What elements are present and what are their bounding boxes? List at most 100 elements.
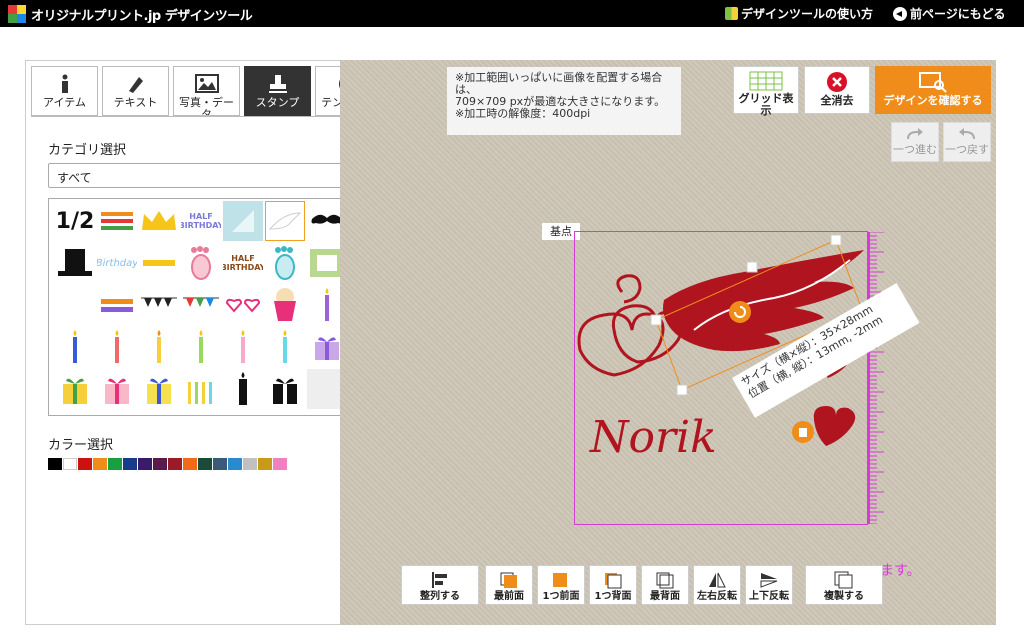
grid-label: グリッド表示 xyxy=(738,92,794,117)
half-birthday-color-stamp xyxy=(101,299,133,312)
stamp-cell[interactable] xyxy=(181,327,221,367)
category-label: カテゴリ選択 xyxy=(48,143,127,158)
stamp-cell[interactable] xyxy=(97,369,137,409)
undo-label: 一つ戻す xyxy=(945,143,989,156)
stamp-cell[interactable] xyxy=(55,285,95,325)
color-swatch[interactable] xyxy=(258,458,272,470)
color-swatch[interactable] xyxy=(243,458,257,470)
resize-handle[interactable] xyxy=(676,384,688,396)
resize-handle[interactable] xyxy=(830,234,842,246)
tab-photo[interactable]: 写真・データ xyxy=(173,66,240,116)
stamp-cell[interactable] xyxy=(223,369,263,409)
color-swatch[interactable] xyxy=(273,458,287,470)
tab-text[interactable]: テキスト xyxy=(102,66,169,116)
stamp-cell[interactable] xyxy=(223,327,263,367)
color-swatch[interactable] xyxy=(168,458,182,470)
pen-icon xyxy=(128,77,143,93)
stamp-cell[interactable] xyxy=(97,285,137,325)
color-swatch[interactable] xyxy=(213,458,227,470)
stamp-cell[interactable] xyxy=(139,369,179,409)
design-canvas[interactable]: ※加工範囲いっぱいに画像を配置する場合は、 709×709 pxが最適な大きさに… xyxy=(340,60,996,625)
redo-button[interactable]: 一つ進む xyxy=(891,122,939,162)
stamp-cell[interactable] xyxy=(139,285,179,325)
stamp-cell[interactable] xyxy=(265,327,305,367)
bring-forward-button[interactable]: 1つ前面 xyxy=(537,565,585,605)
clear-all-button[interactable]: 全消去 xyxy=(804,66,870,114)
tab-stamp[interactable]: スタンプ xyxy=(244,66,311,116)
stamp-icon xyxy=(268,75,287,93)
info-icon xyxy=(61,74,68,93)
grid-toggle-button[interactable]: グリッド表示 xyxy=(733,66,799,117)
flip-v-label: 上下反転 xyxy=(749,591,789,602)
stamp-cell[interactable] xyxy=(97,327,137,367)
half-birthday-small-stamp xyxy=(143,260,175,266)
color-swatch[interactable] xyxy=(108,458,122,470)
color-swatch[interactable] xyxy=(228,458,242,470)
delete-handle[interactable] xyxy=(792,421,814,443)
align-button[interactable]: 整列する xyxy=(401,565,479,605)
resize-handle[interactable] xyxy=(746,261,758,273)
rotate-handle[interactable] xyxy=(729,301,751,323)
beginner-leaf-icon xyxy=(725,7,738,20)
stamp-cell[interactable] xyxy=(55,243,95,283)
brand-title: オリジナルプリント.jp デザインツール xyxy=(31,8,253,24)
stamp-cell[interactable] xyxy=(139,327,179,367)
bring-to-front-button[interactable]: 最前面 xyxy=(485,565,533,605)
flip-horizontal-button[interactable]: 左右反転 xyxy=(693,565,741,605)
color-label: カラー選択 xyxy=(48,438,114,453)
logo[interactable]: オリジナルプリント.jp デザインツール xyxy=(8,4,253,24)
flip-vertical-button[interactable]: 上下反転 xyxy=(745,565,793,605)
color-swatch[interactable] xyxy=(63,458,77,470)
confirm-design-button[interactable]: デザインを確認する xyxy=(875,66,991,114)
candles-set-stamp xyxy=(188,382,212,404)
grid-icon xyxy=(749,71,783,91)
stamp-cell-selected[interactable] xyxy=(265,201,305,241)
howto-link[interactable]: デザインツールの使い方 xyxy=(725,4,873,23)
bunting-stamp xyxy=(141,297,177,307)
stamp-cell[interactable]: 1/2 xyxy=(55,201,95,241)
front-most-icon xyxy=(500,572,517,588)
stamp-cell[interactable] xyxy=(181,369,221,409)
back-one-icon xyxy=(605,573,622,589)
stamp-cell[interactable] xyxy=(265,285,305,325)
color-swatch[interactable] xyxy=(153,458,167,470)
stamp-cell[interactable] xyxy=(55,327,95,367)
stamp-cell[interactable] xyxy=(223,201,263,241)
stamp-cell[interactable] xyxy=(139,201,179,241)
undo-button[interactable]: 一つ戻す xyxy=(943,122,991,162)
color-swatch[interactable] xyxy=(123,458,137,470)
candle-red-stamp xyxy=(157,330,161,363)
top-hat-stamp xyxy=(58,249,92,276)
color-swatch[interactable] xyxy=(183,458,197,470)
tab-item[interactable]: アイテム xyxy=(31,66,98,116)
tab-divider xyxy=(31,116,377,117)
stamp-cell[interactable]: HALF BIRTHDAY xyxy=(181,201,221,241)
design-script-text: Norik xyxy=(589,412,717,463)
stamp-cell[interactable] xyxy=(265,369,305,409)
stamp-cell[interactable]: HALF BIRTHDAY xyxy=(223,243,263,283)
resize-handle[interactable] xyxy=(650,314,662,326)
stamp-cell[interactable] xyxy=(265,243,305,283)
notice-line: ※加工時の解像度：400dpi xyxy=(455,107,591,120)
stamp-cell[interactable] xyxy=(97,201,137,241)
stamp-cell[interactable] xyxy=(223,285,263,325)
birthday-script-stamp: Birthday xyxy=(97,257,137,269)
color-swatch[interactable] xyxy=(138,458,152,470)
color-swatch[interactable] xyxy=(198,458,212,470)
color-swatch[interactable] xyxy=(78,458,92,470)
back-most-icon xyxy=(656,572,674,589)
stamp-cell[interactable] xyxy=(181,285,221,325)
color-swatch[interactable] xyxy=(48,458,62,470)
gift-green-stamp xyxy=(63,378,87,404)
send-to-back-button[interactable]: 最背面 xyxy=(641,565,689,605)
send-backward-button[interactable]: 1つ背面 xyxy=(589,565,637,605)
back-link[interactable]: 前ページにもどる xyxy=(893,4,1006,23)
stamp-cell[interactable] xyxy=(139,243,179,283)
color-swatch[interactable] xyxy=(93,458,107,470)
category-select[interactable]: すべて xyxy=(48,163,364,188)
stamp-cell[interactable] xyxy=(181,243,221,283)
stamp-cell[interactable] xyxy=(55,369,95,409)
duplicate-button[interactable]: 複製する xyxy=(805,565,883,605)
half-square-stamp xyxy=(232,210,254,232)
stamp-cell[interactable]: Birthday xyxy=(97,243,137,283)
